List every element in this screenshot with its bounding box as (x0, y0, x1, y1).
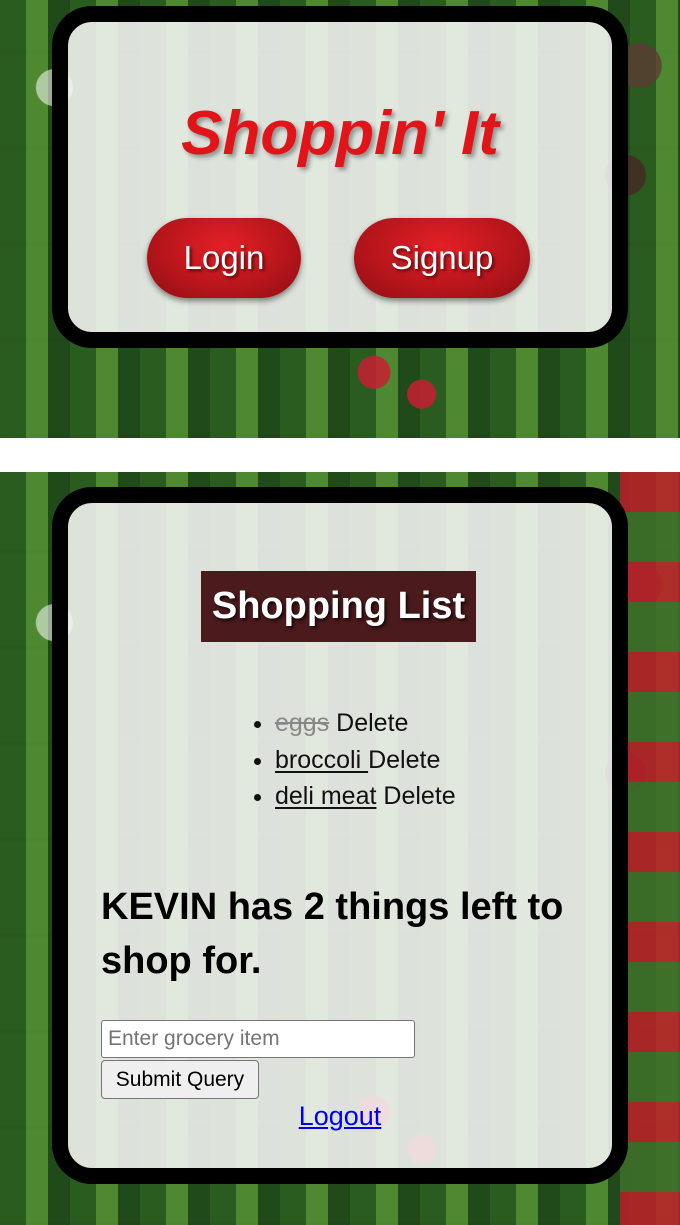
delete-link[interactable]: Delete (329, 709, 408, 737)
shopping-list-heading: Shopping List (201, 571, 476, 642)
remaining-items-summary: KEVIN has 2 things left to shop for. (101, 886, 564, 982)
delete-link[interactable]: Delete (368, 746, 440, 774)
header-panel (52, 6, 628, 348)
signup-button[interactable]: Signup (354, 218, 530, 298)
delete-link[interactable]: Delete (376, 782, 455, 810)
grocery-item-input[interactable] (101, 1020, 415, 1058)
delete-label: Delete (368, 745, 441, 774)
list-item: deli meat Delete (275, 778, 456, 815)
app-title: Shoppin' It (181, 99, 499, 168)
item-name[interactable]: deli meat (275, 782, 376, 810)
item-name[interactable]: eggs (275, 709, 329, 737)
list-item: broccoli Delete (275, 742, 456, 779)
login-button[interactable]: Login (147, 218, 301, 298)
delete-label: Delete (383, 782, 456, 810)
submit-button[interactable]: Submit Query (101, 1060, 259, 1099)
list-item: eggs Delete (275, 705, 456, 742)
logout-link[interactable]: Logout (0, 1101, 680, 1132)
item-name[interactable]: broccoli (275, 746, 368, 774)
delete-label: Delete (336, 709, 409, 737)
grocery-list: eggs Delete broccoli Delete deli meat De… (250, 705, 456, 815)
